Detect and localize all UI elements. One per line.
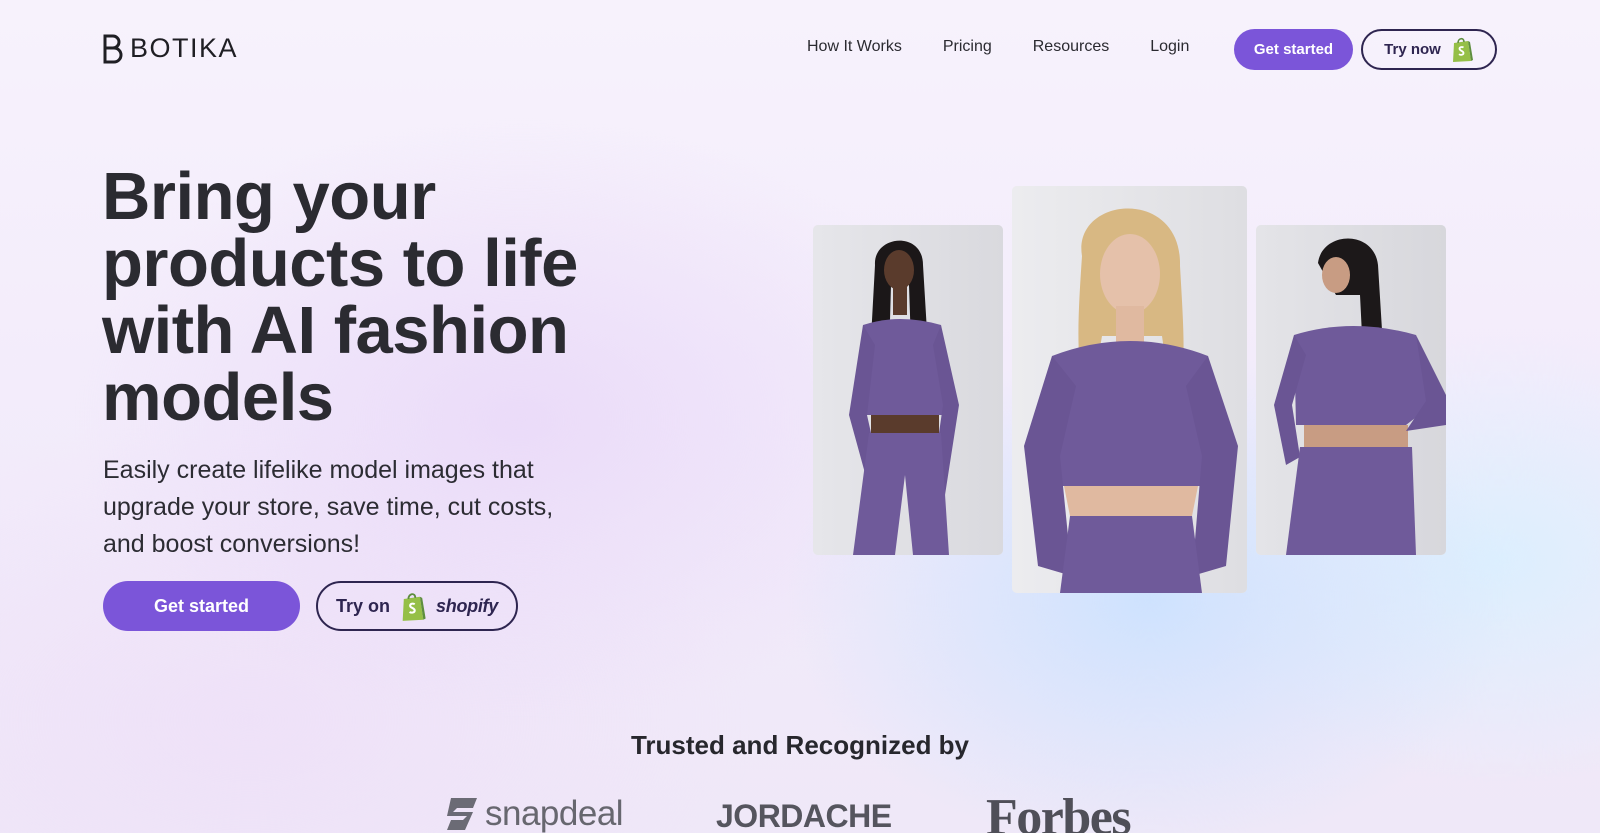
nav-links: How It Works Pricing Resources Login [807,38,1230,56]
snapdeal-logo-icon [447,798,477,830]
trusted-section-title: Trusted and Recognized by [630,730,970,760]
botika-logo-icon [103,34,123,63]
nav-try-now-label: Try now [1384,41,1441,58]
model-image-back [1256,225,1446,555]
nav-link-login[interactable]: Login [1150,38,1189,56]
brand-name: BOTIKA [130,33,239,63]
nav-link-how-it-works[interactable]: How It Works [807,38,902,56]
trusted-logos: snapdeal JORDACHE Forbes [0,789,1600,833]
nav-link-resources[interactable]: Resources [1033,38,1109,56]
hero-subtitle: Easily create lifelike model images that… [103,456,554,558]
nav-link-pricing[interactable]: Pricing [943,38,992,56]
snapdeal-wordmark: snapdeal [485,794,624,833]
shopify-bag-icon [1452,37,1473,62]
shopify-bag-icon [402,592,426,621]
hero-try-on-shopify-button[interactable]: Try on shopify [316,581,518,631]
jordache-logo: JORDACHE [716,798,892,833]
model-image-front [813,225,1003,555]
hero-try-on-label: Try on [336,595,391,616]
shopify-wordmark: shopify [436,595,498,616]
nav-try-now-button[interactable]: Try now [1361,29,1497,70]
nav-get-started-button[interactable]: Get started [1234,29,1353,70]
model-image-center [1012,186,1247,593]
brand-logo[interactable]: BOTIKA [102,33,238,64]
top-navigation: BOTIKA How It Works Pricing Resources Lo… [0,0,1600,100]
hero-get-started-button[interactable]: Get started [103,581,300,631]
nav-get-started-label: Get started [1253,41,1334,58]
hero-title: Bring your products to life with AI fash… [102,159,578,435]
forbes-logo: Forbes [986,789,1132,833]
hero-get-started-label: Get started [153,595,250,616]
snapdeal-logo: snapdeal [443,794,624,833]
